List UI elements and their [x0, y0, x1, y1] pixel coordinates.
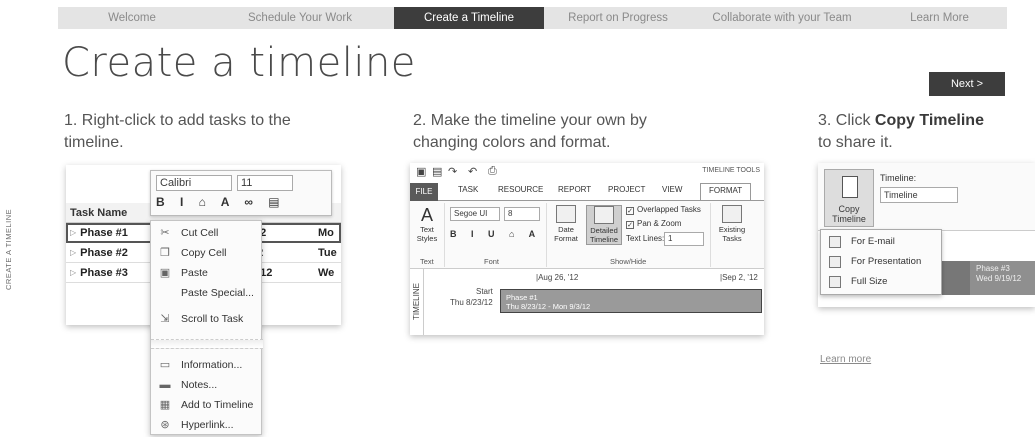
hyperlink-icon: ⊛	[160, 419, 170, 431]
tab-resource[interactable]: RESOURCE	[498, 185, 543, 194]
menu-scroll-to-task[interactable]: ⇲ Scroll to Task	[151, 309, 263, 329]
nav-schedule-your-work[interactable]: Schedule Your Work	[206, 7, 394, 29]
nav-report-on-progress[interactable]: Report on Progress	[544, 7, 692, 29]
top-nav: Welcome Schedule Your Work Create a Time…	[58, 7, 1007, 29]
page-title: Create a timeline	[62, 40, 416, 86]
font-size-box[interactable]: 8	[504, 207, 540, 221]
copy-timeline-menu: For E-mail For Presentation Full Size	[820, 229, 942, 295]
step-1-text: 1. Right-click to add tasks to the timel…	[64, 112, 291, 151]
expand-icon: ▷	[70, 228, 77, 237]
font-name-box[interactable]: Calibri	[156, 175, 232, 191]
start-date: Thu 8/23/12	[450, 298, 493, 307]
menu-for-email[interactable]: For E-mail	[821, 232, 943, 252]
information-icon: ▭	[159, 359, 171, 371]
timeline-date-2: |Sep 2, '12	[720, 273, 758, 282]
tab-format[interactable]: FORMAT	[700, 183, 752, 200]
menu-cut-cell[interactable]: ✂ Cut Cell	[151, 223, 263, 243]
timeline-strip	[942, 261, 970, 295]
side-section-label: CREATE A TIMELINE	[4, 208, 13, 290]
menu-paste[interactable]: ▣ Paste	[151, 263, 263, 283]
step-2-text: 2. Make the timeline your own by changin…	[413, 112, 647, 151]
full-size-icon	[829, 276, 841, 288]
start-label: Start	[476, 287, 493, 296]
scroll-icon: ⇲	[160, 313, 170, 325]
next-button[interactable]: Next >	[929, 72, 1005, 96]
overlapped-tasks-checkbox[interactable]: ✓ Overlapped Tasks	[626, 205, 701, 215]
detailed-timeline-icon	[594, 206, 614, 224]
tab-project[interactable]: PROJECT	[608, 185, 645, 194]
step-3-text: 3. Click Copy Timeline to share it.	[818, 112, 984, 151]
project-icon: ▣	[416, 166, 427, 178]
menu-copy-cell[interactable]: ❐ Copy Cell	[151, 243, 263, 263]
font-name-box[interactable]: Segoe UI	[450, 207, 500, 221]
date-format-button[interactable]: Date Format	[550, 205, 582, 243]
copy-timeline-icon	[842, 176, 858, 198]
format-buttons[interactable]: B I ⌂ A ∞ ▤	[156, 195, 286, 209]
detailed-timeline-button[interactable]: Detailed Timeline	[586, 205, 622, 245]
font-format-buttons[interactable]: B I U ⌂ A	[450, 229, 541, 239]
group-font-label: Font	[484, 257, 500, 266]
menu-notes[interactable]: ▬ Notes...	[151, 375, 263, 395]
menu-information[interactable]: ▭ Information...	[151, 355, 263, 375]
text-lines-box[interactable]: 1	[664, 232, 704, 246]
menu-for-presentation[interactable]: For Presentation	[821, 252, 943, 272]
menu-full-size[interactable]: Full Size	[821, 272, 943, 292]
timeline-tools-label: TIMELINE TOOLS	[702, 167, 760, 174]
copy-icon: ❐	[160, 247, 170, 259]
group-text-label: Text	[420, 257, 434, 266]
existing-tasks-icon	[722, 205, 742, 223]
menu-cut-divider	[151, 339, 263, 349]
group-show-hide-label: Show/Hide	[610, 257, 647, 266]
existing-tasks-button[interactable]: Existing Tasks	[714, 205, 750, 243]
learn-more-link[interactable]: Learn more	[820, 354, 871, 365]
timeline-icon: ▦	[159, 399, 171, 411]
tab-view[interactable]: VIEW	[662, 185, 682, 194]
tab-report[interactable]: REPORT	[558, 185, 591, 194]
text-styles-button[interactable]: A Text Styles	[414, 205, 440, 243]
text-styles-icon: A	[420, 205, 433, 225]
redo-icon[interactable]: ↷	[448, 165, 457, 178]
timeline-date-1: |Aug 26, '12	[536, 273, 579, 282]
quick-access-toolbar: ▣ ▤ ↷ ↶ ⎙ TIMELINE TOOLS	[410, 163, 764, 181]
ribbon-screenshot: ▣ ▤ ↷ ↶ ⎙ TIMELINE TOOLS FILE TASK RESOU…	[410, 163, 764, 335]
save-icon[interactable]: ▤	[432, 165, 442, 178]
menu-paste-special[interactable]: Paste Special...	[151, 283, 263, 303]
tab-file[interactable]: FILE	[410, 183, 438, 201]
print-preview-icon[interactable]: ⎙	[488, 165, 497, 178]
timeline-field-label: Timeline:	[880, 173, 917, 183]
menu-hyperlink[interactable]: ⊛ Hyperlink...	[151, 415, 263, 435]
scissors-icon: ✂	[160, 227, 170, 239]
copy-timeline-emphasis: Copy Timeline	[874, 112, 984, 129]
paste-icon: ▣	[159, 267, 171, 279]
menu-add-to-timeline[interactable]: ▦ Add to Timeline	[151, 395, 263, 415]
timeline-bar-phase-1[interactable]: Phase #1 Thu 8/23/12 - Mon 9/3/12	[500, 289, 762, 313]
text-lines-label: Text Lines:	[626, 234, 665, 243]
copy-timeline-button[interactable]: Copy Timeline	[824, 169, 874, 227]
copy-timeline-screenshot: Copy Timeline Timeline: Timeline Phase #…	[818, 163, 1035, 307]
timeline-view: TIMELINE Start Thu 8/23/12 |Aug 26, '12 …	[410, 269, 764, 335]
tab-task[interactable]: TASK	[458, 185, 478, 194]
context-menu: ✂ Cut Cell ❐ Copy Cell ▣ Paste Paste Specia…	[150, 220, 263, 435]
email-icon	[829, 236, 841, 248]
timeline-select[interactable]: Timeline	[880, 187, 958, 203]
ribbon-body: A Text Styles Segoe UI 8 B I U ⌂ A Date F…	[410, 201, 764, 269]
pan-zoom-checkbox[interactable]: ✓ Pan & Zoom	[626, 219, 681, 229]
timeline-vertical-label: TIMELINE	[410, 269, 424, 335]
font-size-box[interactable]: 11	[237, 175, 293, 191]
timeline-bar-phase-3[interactable]: Phase #3 Wed 9/19/12	[970, 261, 1035, 295]
presentation-icon	[829, 256, 841, 268]
nav-learn-more[interactable]: Learn More	[872, 7, 1007, 29]
undo-icon[interactable]: ↶	[468, 165, 477, 178]
mini-toolbar: Calibri 11 B I ⌂ A ∞ ▤	[150, 170, 332, 216]
nav-welcome[interactable]: Welcome	[58, 7, 206, 29]
calendar-icon	[556, 205, 576, 223]
notes-icon: ▬	[159, 379, 171, 391]
nav-collaborate[interactable]: Collaborate with your Team	[692, 7, 872, 29]
expand-icon: ▷	[70, 268, 77, 277]
expand-icon: ▷	[70, 248, 77, 257]
ribbon-tabs: FILE TASK RESOURCE REPORT PROJECT VIEW F…	[410, 183, 764, 201]
copy-ribbon: Copy Timeline Timeline: Timeline	[818, 163, 1035, 231]
nav-create-a-timeline[interactable]: Create a Timeline	[394, 7, 544, 29]
